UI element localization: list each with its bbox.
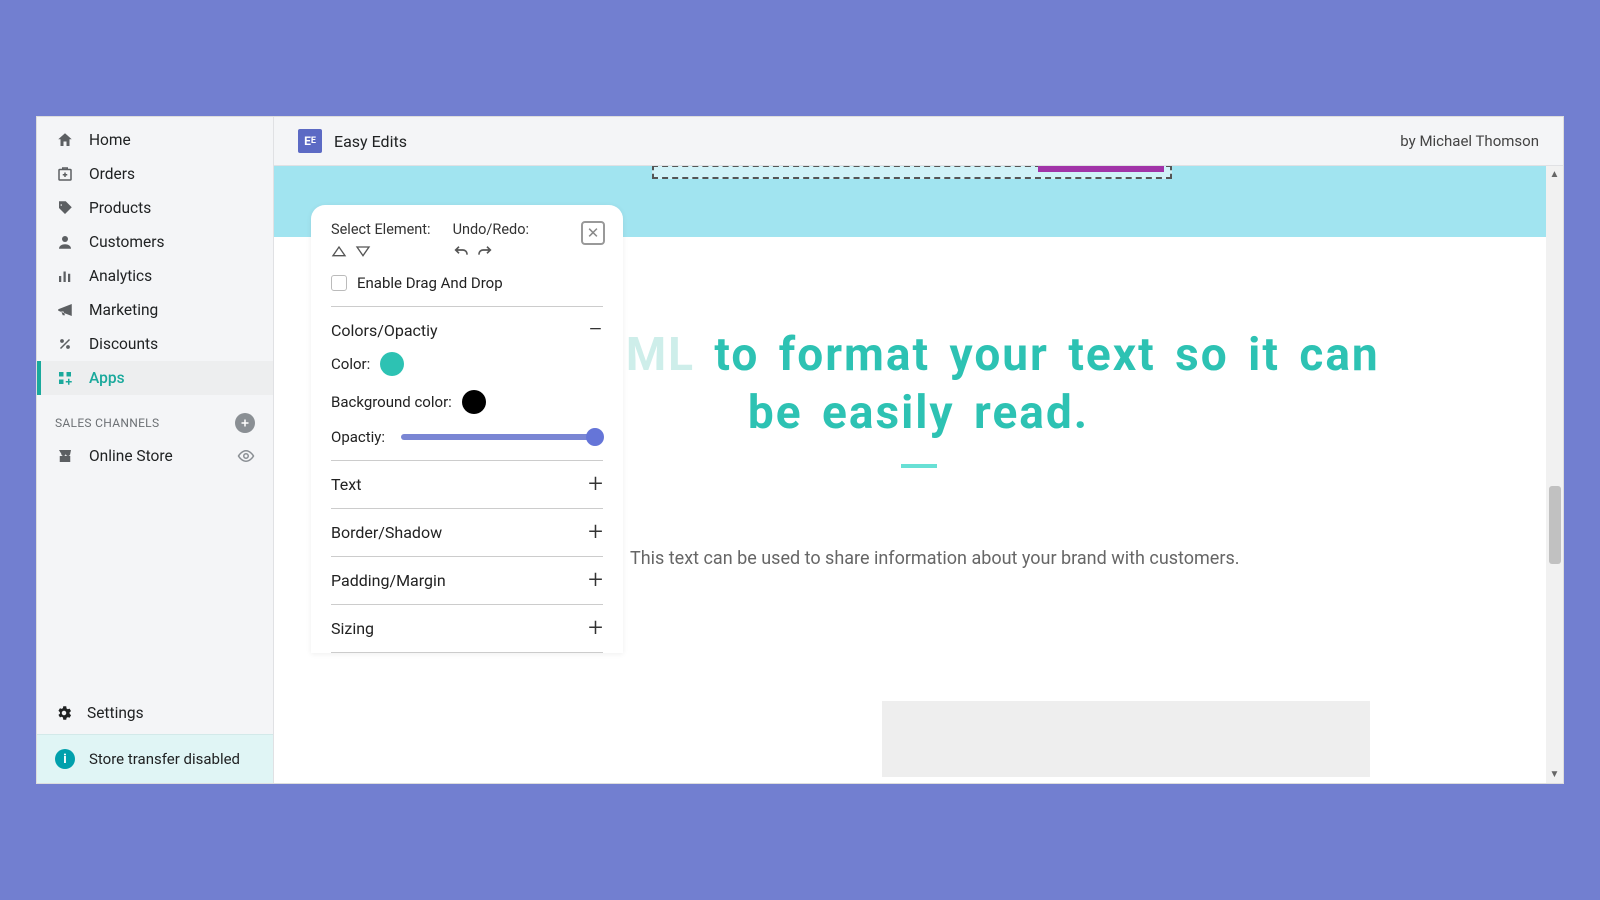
add-channel-button[interactable] xyxy=(235,413,255,433)
store-transfer-banner[interactable]: i Store transfer disabled xyxy=(37,734,273,783)
sales-channels-header: SALES CHANNELS xyxy=(37,395,273,439)
discounts-icon xyxy=(55,334,75,354)
transfer-label: Store transfer disabled xyxy=(89,750,240,768)
sidebar: Home Orders Products Customers Analytics xyxy=(37,117,274,783)
sidebar-item-online-store[interactable]: Online Store xyxy=(37,439,273,473)
store-icon xyxy=(55,446,75,466)
close-inspector-button[interactable]: ✕ xyxy=(581,221,605,245)
image-placeholder[interactable] xyxy=(882,701,1370,777)
customers-icon xyxy=(55,232,75,252)
products-icon xyxy=(55,198,75,218)
section-title-padding: Padding/Margin xyxy=(331,571,446,590)
nav-label: Orders xyxy=(89,165,135,183)
undo-icon[interactable] xyxy=(453,244,469,260)
redo-icon[interactable] xyxy=(477,244,493,260)
bg-color-swatch[interactable] xyxy=(462,390,486,414)
orders-icon xyxy=(55,164,75,184)
view-store-icon[interactable] xyxy=(237,447,255,465)
apps-icon xyxy=(55,368,75,388)
sidebar-item-apps[interactable]: Apps xyxy=(37,361,273,395)
info-icon: i xyxy=(55,749,75,769)
color-swatch[interactable] xyxy=(380,352,404,376)
section-text: Text + xyxy=(331,460,603,508)
section-title-border: Border/Shadow xyxy=(331,523,442,542)
bg-color-label: Background color: xyxy=(331,393,452,411)
section-header-label: SALES CHANNELS xyxy=(55,416,159,430)
app-logo-icon: EE xyxy=(298,129,322,153)
drag-drop-label: Enable Drag And Drop xyxy=(357,274,503,292)
expand-padding-button[interactable]: + xyxy=(588,574,603,587)
scroll-up-button[interactable]: ▲ xyxy=(1546,166,1563,183)
gear-icon xyxy=(55,704,73,722)
opacity-slider[interactable] xyxy=(401,434,603,440)
opacity-label: Opactiy: xyxy=(331,428,385,446)
headline-rest: to format your text so it can be easily … xyxy=(695,328,1380,440)
app-author: by Michael Thomson xyxy=(1400,132,1539,150)
select-parent-icon[interactable] xyxy=(331,244,347,258)
nav-list: Home Orders Products Customers Analytics xyxy=(37,117,273,395)
select-element-label: Select Element: xyxy=(331,221,431,238)
marketing-icon xyxy=(55,300,75,320)
scroll-down-button[interactable]: ▼ xyxy=(1546,766,1563,783)
nav-label: Apps xyxy=(89,369,125,387)
expand-border-button[interactable]: + xyxy=(588,526,603,539)
scrollbar-thumb[interactable] xyxy=(1549,486,1561,564)
nav-label: Products xyxy=(89,199,151,217)
sidebar-item-home[interactable]: Home xyxy=(37,123,273,157)
undo-redo-label: Undo/Redo: xyxy=(453,221,529,238)
inspector-panel: Select Element: Undo/Redo: ✕ Enable Drag… xyxy=(311,205,623,653)
sidebar-item-customers[interactable]: Customers xyxy=(37,225,273,259)
checkbox-icon xyxy=(331,275,347,291)
sidebar-item-discounts[interactable]: Discounts xyxy=(37,327,273,361)
nav-label: Discounts xyxy=(89,335,158,353)
expand-sizing-button[interactable]: + xyxy=(588,622,603,635)
sidebar-item-settings[interactable]: Settings xyxy=(37,692,273,734)
nav-label: Marketing xyxy=(89,301,158,319)
section-title-sizing: Sizing xyxy=(331,619,374,638)
topbar: EE Easy Edits by Michael Thomson xyxy=(274,117,1563,166)
home-icon xyxy=(55,130,75,150)
selection-highlight xyxy=(1038,166,1164,172)
nav-label: Analytics xyxy=(89,267,152,285)
headline-underline xyxy=(901,464,937,468)
settings-label: Settings xyxy=(87,704,144,722)
nav-label: Customers xyxy=(89,233,164,251)
color-label: Color: xyxy=(331,355,370,373)
collapse-colors-button[interactable]: − xyxy=(588,324,603,337)
section-sizing: Sizing + xyxy=(331,604,603,653)
nav-label: Home xyxy=(89,131,131,149)
select-child-icon[interactable] xyxy=(355,244,371,258)
nav-label: Online Store xyxy=(89,447,173,465)
section-title-text: Text xyxy=(331,475,361,494)
sidebar-item-analytics[interactable]: Analytics xyxy=(37,259,273,293)
section-title-colors: Colors/Opactiy xyxy=(331,321,438,340)
sidebar-item-products[interactable]: Products xyxy=(37,191,273,225)
opacity-slider-thumb[interactable] xyxy=(586,428,604,446)
app-window: Home Orders Products Customers Analytics xyxy=(36,116,1564,784)
section-colors: Colors/Opactiy − Color: Background color… xyxy=(331,306,603,460)
analytics-icon xyxy=(55,266,75,286)
sidebar-item-marketing[interactable]: Marketing xyxy=(37,293,273,327)
expand-text-button[interactable]: + xyxy=(588,478,603,491)
app-name: Easy Edits xyxy=(334,132,407,151)
sidebar-item-orders[interactable]: Orders xyxy=(37,157,273,191)
section-border: Border/Shadow + xyxy=(331,508,603,556)
section-padding: Padding/Margin + xyxy=(331,556,603,604)
drag-drop-toggle[interactable]: Enable Drag And Drop xyxy=(331,274,603,292)
